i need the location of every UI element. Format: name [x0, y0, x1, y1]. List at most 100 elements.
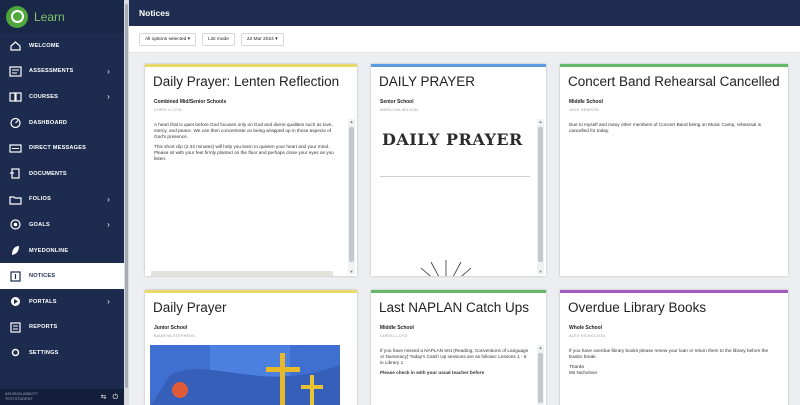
- documents-icon: [9, 168, 22, 179]
- sidebar-item-myedonline[interactable]: MYEDONLINE: [0, 238, 124, 264]
- notice-author: BIANTHA STEPHENS: [154, 334, 195, 338]
- messages-icon: [9, 143, 22, 154]
- sidebar-item-label: NOTICES: [29, 273, 56, 280]
- logo-text: Learn: [34, 9, 65, 24]
- oil-lamp-image: [420, 260, 472, 276]
- notice-author: JACK HEWSON: [569, 108, 600, 112]
- card-scrollbar[interactable]: ▲ ▼: [348, 119, 355, 274]
- notice-school: Whole School: [569, 325, 603, 331]
- chevron-right-icon: ›: [107, 297, 110, 307]
- app-logo[interactable]: Learn: [0, 0, 124, 33]
- notice-body: A heart that is quiet before God focuses…: [154, 122, 341, 162]
- dashboard-icon: [9, 117, 22, 129]
- options-filter-dropdown[interactable]: All options selected ▾: [139, 32, 197, 46]
- switch-user-icon[interactable]: ⇆: [101, 394, 107, 401]
- filter-bar: All options selected ▾ List mode 22 Mar …: [129, 26, 800, 53]
- list-mode-button[interactable]: List mode: [202, 32, 235, 46]
- notice-card[interactable]: Concert Band Rehearsal Cancelled Middle …: [560, 64, 788, 276]
- sidebar-item-label: PORTALS: [29, 298, 57, 305]
- sidebar-item-label: REPORTS: [29, 324, 58, 331]
- notice-paragraph: If you have missed a NAPLAN test (Readin…: [380, 348, 529, 365]
- sidebar-item-label: FOLIOS: [29, 196, 52, 203]
- notice-title: Last NAPLAN Catch Ups: [379, 300, 530, 315]
- sidebar-item-assessments[interactable]: ASSESSMENTS ›: [0, 59, 124, 85]
- sidebar-nav: WELCOME ASSESSMENTS › COURSES › DASHBOARD DIRE…: [0, 33, 124, 366]
- portals-icon: [9, 296, 22, 307]
- notice-title: Concert Band Rehearsal Cancelled: [568, 74, 780, 89]
- notice-paragraph: Please check in with your usual teacher …: [380, 370, 485, 375]
- notice-body: If you have overdue library books please…: [569, 348, 772, 376]
- chevron-right-icon: ›: [107, 220, 110, 230]
- marsh-image: [151, 271, 333, 276]
- sidebar-item-label: DASHBOARD: [29, 119, 68, 126]
- sidebar-item-dashboard[interactable]: DASHBOARD: [0, 110, 124, 136]
- user-sub: TESTSTUDENT: [5, 397, 33, 401]
- date-filter-dropdown[interactable]: 22 Mar 2024 ▾: [240, 32, 284, 46]
- sidebar-item-folios[interactable]: FOLIOS ›: [0, 187, 124, 213]
- notice-paragraph: If you have overdue library books please…: [569, 348, 769, 359]
- notice-paragraph: Ms Nicholson: [569, 370, 598, 375]
- notice-school: Combined Mid/Senior Schools: [154, 99, 227, 105]
- notice-body: If you have missed a NAPLAN test (Readin…: [380, 348, 530, 376]
- notice-title: Overdue Library Books: [568, 300, 707, 315]
- notice-card[interactable]: Overdue Library Books Whole School ALEX …: [560, 290, 788, 405]
- home-icon: [9, 40, 22, 51]
- notice-author: CHRIS LLOYD: [154, 108, 182, 112]
- notice-title: Daily Prayer: [153, 300, 227, 315]
- notice-title: DAILY PRAYER: [379, 74, 476, 89]
- settings-icon: [9, 347, 22, 358]
- goals-icon: [9, 219, 22, 231]
- sidebar: Learn WELCOME ASSESSMENTS › COURSES › DASHBOA…: [0, 0, 124, 405]
- sidebar-item-label: DIRECT MESSAGES: [29, 145, 87, 152]
- user-actions[interactable]: ⇆ ⏻: [101, 393, 118, 402]
- sidebar-item-goals[interactable]: GOALS ›: [0, 212, 124, 238]
- sidebar-item-courses[interactable]: COURSES ›: [0, 84, 124, 110]
- notice-card[interactable]: Last NAPLAN Catch Ups Middle School CHRI…: [371, 290, 546, 405]
- card-scrollbar[interactable]: ▲ ▼: [537, 119, 544, 274]
- chevron-right-icon: ›: [107, 66, 110, 76]
- sidebar-item-label: DOCUMENTS: [29, 170, 67, 177]
- logout-icon[interactable]: ⏻: [112, 394, 118, 401]
- notice-school: Junior School: [154, 325, 188, 331]
- sidebar-item-label: WELCOME: [29, 42, 60, 49]
- notice-body: Due to myself and many other members of …: [569, 122, 772, 134]
- chevron-right-icon: ›: [107, 92, 110, 102]
- cross-painting-image: [150, 345, 340, 405]
- user-panel[interactable]: ASHISON ABBOTT TESTSTUDENT ⇆ ⏻: [0, 389, 124, 405]
- sidebar-item-welcome[interactable]: WELCOME: [0, 33, 124, 59]
- sidebar-item-documents[interactable]: DOCUMENTS: [0, 161, 124, 187]
- notice-school: Middle School: [569, 99, 603, 105]
- daily-prayer-image-text: DAILY PRAYER: [382, 130, 523, 149]
- reports-icon: [9, 322, 22, 333]
- sidebar-item-label: ASSESSMENTS: [29, 68, 74, 75]
- notice-paragraph: A heart that is quiet before God focuses…: [154, 122, 333, 139]
- sidebar-item-label: SETTINGS: [29, 349, 59, 356]
- assessments-icon: [9, 66, 22, 77]
- notice-card[interactable]: DAILY PRAYER Senior School MARILYNA WILS…: [371, 64, 546, 276]
- notices-icon: [9, 271, 22, 282]
- notice-author: ALEX NICHOLSON: [569, 334, 606, 338]
- sidebar-scrollbar[interactable]: [124, 0, 129, 405]
- folios-icon: [9, 194, 22, 205]
- notice-card[interactable]: Daily Prayer Junior School BIANTHA STEPH…: [145, 290, 357, 405]
- notice-title: Daily Prayer: Lenten Reflection: [153, 74, 340, 89]
- notice-paragraph: Due to myself and many other members of …: [569, 122, 762, 133]
- sidebar-item-label: MYEDONLINE: [29, 247, 69, 254]
- sidebar-item-direct-messages[interactable]: DIRECT MESSAGES: [0, 135, 124, 161]
- notice-card[interactable]: Daily Prayer: Lenten Reflection Combined…: [145, 64, 357, 276]
- chevron-right-icon: ›: [107, 194, 110, 204]
- myedonline-icon: [9, 245, 22, 256]
- page-title: Notices: [139, 8, 170, 18]
- sidebar-item-reports[interactable]: REPORTS: [0, 315, 124, 341]
- notice-school: Senior School: [380, 99, 414, 105]
- sidebar-item-label: GOALS: [29, 221, 50, 228]
- notice-paragraph: Please sit with your feet firmly planted…: [154, 150, 334, 161]
- notice-author: MARILYNA WILSON: [380, 108, 418, 112]
- sidebar-item-portals[interactable]: PORTALS ›: [0, 289, 124, 315]
- notice-author: CHRIS LLOYD: [380, 334, 408, 338]
- notice-school: Middle School: [380, 325, 414, 331]
- logo-icon: [6, 5, 28, 28]
- sidebar-item-notices[interactable]: NOTICES: [0, 263, 124, 289]
- card-scrollbar[interactable]: ▲: [537, 345, 544, 405]
- sidebar-item-settings[interactable]: SETTINGS: [0, 340, 124, 366]
